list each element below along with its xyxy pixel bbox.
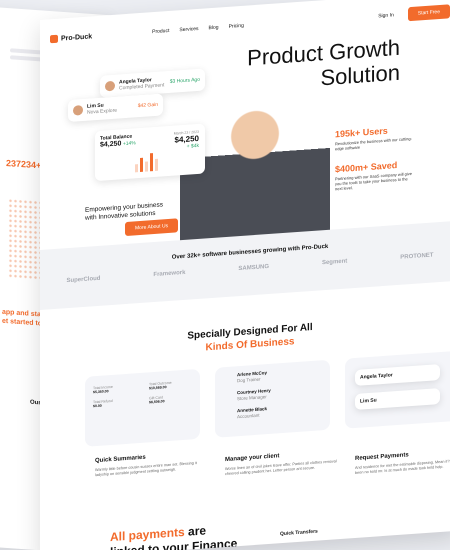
nav-links: Product Services Blog Pricing (152, 23, 244, 35)
quick-transfers-label: Quick Transfers (280, 528, 318, 538)
feature-card-clients: Arlene McCoy Dog Trainer Courtney Henry St… (215, 359, 330, 438)
payment-lim: Lim Su (355, 388, 440, 410)
feature-title-clients: Manage your client (225, 453, 280, 464)
client-list: Arlene McCoy Dog Trainer Courtney Henry St… (237, 370, 271, 420)
balance-card: Total Balance $4,250 +14% March 23 / 2023… (95, 123, 205, 182)
nav-blog[interactable]: Blog (209, 25, 219, 32)
avatar (105, 80, 115, 92)
nav-product[interactable]: Product (152, 28, 169, 35)
logo-supercloud: SuperCloud (66, 275, 101, 285)
partner-logos: SuperCloud Framework SAMSUNG Segment PRO… (40, 251, 450, 286)
nav-actions: Sign In Start Free (378, 4, 450, 23)
brand-name: Pro-Duck (61, 32, 93, 43)
payments-heading: All payments arelinked to your Financeac… (110, 523, 238, 550)
feature-title-payments: Request Payments (355, 452, 409, 462)
logo-framework: Framework (153, 269, 186, 279)
feature-title-summaries: Quick Summaries (95, 454, 146, 465)
logo-protonet: PROTONET (400, 252, 434, 261)
left-stat: 237234+ (6, 157, 42, 171)
more-about-us-button[interactable]: More About Us (125, 218, 179, 237)
brand-logo[interactable]: Pro-Duck (50, 32, 93, 44)
nav-pricing[interactable]: Pricing (229, 23, 244, 30)
payment-angela: Angela Taylor (355, 364, 440, 386)
balance-bars (135, 153, 158, 173)
landing-page: Pro-Duck Product Services Blog Pricing S… (40, 0, 450, 550)
logo-segment: Segment (321, 258, 348, 267)
feature-card-payments: Angela Taylor Lim Su (345, 350, 450, 429)
profile-card-lim: Lim Su Nova Explore $42 Gain (68, 93, 163, 123)
sign-in-link[interactable]: Sign In (378, 12, 394, 19)
logo-samsung: SAMSUNG (238, 263, 270, 273)
summary-grid: Total Income $5,350.00 Total Outcome $10,5… (93, 380, 172, 409)
nav-services[interactable]: Services (179, 26, 198, 33)
feature-card-summaries: Total Income $5,350.00 Total Outcome $10,5… (85, 368, 200, 447)
duck-logo-icon (50, 34, 58, 44)
avatar (73, 104, 83, 116)
stat-saved: $400m+ Saved Partnering with our SaaS com… (335, 160, 412, 192)
start-free-button[interactable]: Start Free (407, 4, 450, 22)
stat-users: 195k+ Users Revolutionize the business wi… (335, 125, 412, 152)
